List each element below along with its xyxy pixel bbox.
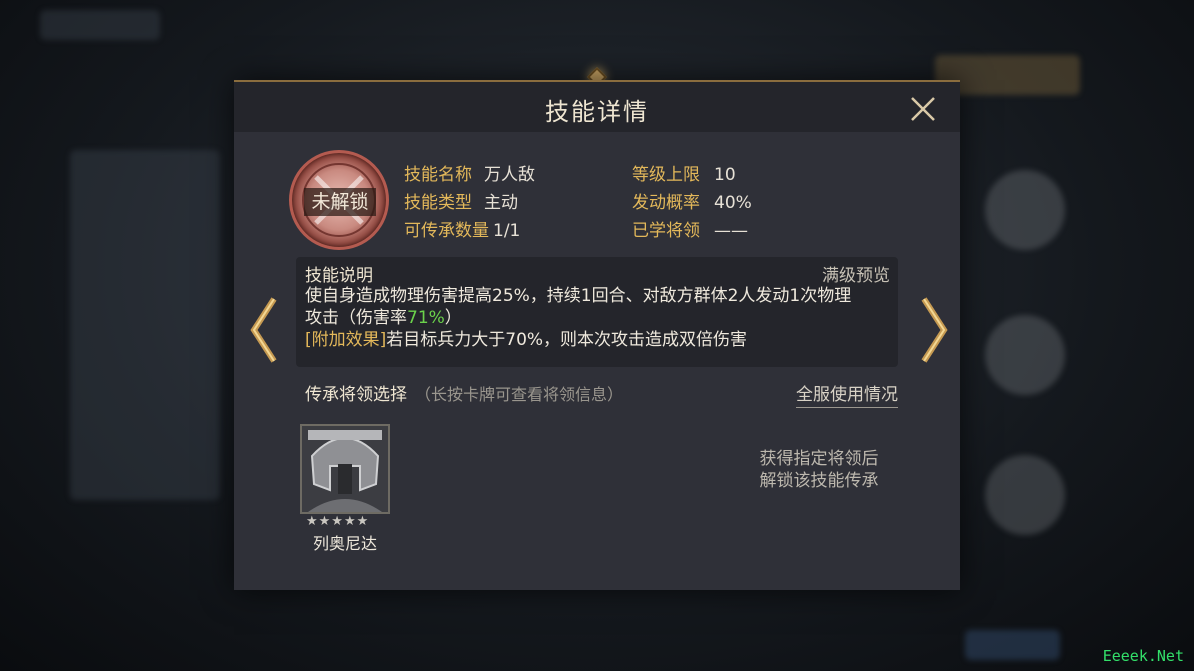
skill-badge: 未解锁 — [289, 150, 389, 250]
inherit-count-row: 可传承数量 1/1 — [404, 216, 520, 241]
unlock-note: 获得指定将领后 解锁该技能传承 — [739, 448, 899, 492]
description-line-3: [附加效果]若目标兵力大于70%，则本次攻击造成双倍伤害 — [305, 329, 895, 351]
level-cap-value: 10 — [714, 165, 736, 185]
trigger-chance-row: 发动概率 40% — [632, 188, 752, 213]
learned-generals-row: 已学将领 —— — [632, 216, 748, 241]
locked-label: 未解锁 — [304, 188, 376, 216]
bg-avatar-3 — [985, 455, 1065, 535]
heir-selection-label: 传承将领选择 — [305, 385, 407, 405]
damage-rate-value: 71% — [407, 308, 445, 328]
max-level-preview-button[interactable]: 满级预览 — [822, 261, 890, 286]
heir-selection-hint: （长按卡牌可查看将领信息） — [415, 385, 624, 404]
unlock-note-line-2: 解锁该技能传承 — [759, 471, 879, 491]
spartan-helmet-icon — [302, 426, 388, 512]
bg-bottom-button — [965, 630, 1060, 660]
bg-side-panel — [70, 150, 220, 500]
trigger-chance-value: 40% — [714, 193, 752, 213]
general-card[interactable] — [300, 424, 390, 514]
skill-description-box: 技能说明 满级预览 使自身造成物理伤害提高25%，持续1回合、对敌方群体2人发动… — [296, 257, 898, 367]
description-line-2-end: ） — [444, 308, 462, 328]
inherit-count-key: 可传承数量 — [404, 221, 489, 241]
skill-name-key: 技能名称 — [404, 165, 472, 185]
skill-type-value: 主动 — [484, 193, 518, 213]
skill-name-row: 技能名称 万人敌 — [404, 160, 535, 185]
skill-type-row: 技能类型 主动 — [404, 188, 518, 213]
heir-selection-title: 传承将领选择 （长按卡牌可查看将领信息） — [305, 380, 623, 405]
bg-avatar-1 — [985, 170, 1065, 250]
close-icon[interactable] — [908, 94, 938, 124]
skill-name-value: 万人敌 — [484, 165, 535, 185]
description-line-2-text: 攻击（伤害率 — [305, 308, 407, 328]
next-arrow-icon[interactable] — [920, 295, 948, 365]
level-cap-row: 等级上限 10 — [632, 160, 736, 185]
description-text: 使自身造成物理伤害提高25%，持续1回合、对敌方群体2人发动1次物理 攻击（伤害… — [305, 285, 895, 351]
previous-arrow-icon[interactable] — [250, 295, 278, 365]
trigger-chance-key: 发动概率 — [632, 193, 700, 213]
level-cap-key: 等级上限 — [632, 165, 700, 185]
dialog-title: 技能详情 — [545, 98, 649, 126]
watermark: Eeeek.Net — [1102, 647, 1184, 665]
description-line-1: 使自身造成物理伤害提高25%，持续1回合、对敌方群体2人发动1次物理 — [305, 286, 852, 306]
unlock-note-line-1: 获得指定将领后 — [759, 449, 879, 469]
server-usage-button[interactable]: 全服使用情况 — [796, 380, 898, 408]
description-line-2: 攻击（伤害率71%） — [305, 307, 895, 329]
extra-effect-text: 若目标兵力大于70%，则本次攻击造成双倍伤害 — [386, 330, 748, 350]
learned-generals-value: —— — [714, 221, 748, 241]
extra-effect-tag: [附加效果] — [305, 330, 387, 350]
bg-top-button — [40, 10, 160, 40]
skill-detail-dialog: 技能详情 未解锁 技能名称 万人敌 技能类型 主动 可传承数量 1/1 等级上限 10 … — [234, 80, 960, 590]
inherit-count-value: 1/1 — [493, 221, 521, 241]
general-star-rating: ★★★★★ — [306, 514, 370, 529]
title-bar: 技能详情 — [234, 82, 960, 132]
bg-avatar-2 — [985, 315, 1065, 395]
general-name: 列奥尼达 — [312, 534, 377, 553]
skill-type-key: 技能类型 — [404, 193, 472, 213]
description-heading: 技能说明 — [305, 266, 373, 286]
learned-generals-key: 已学将领 — [632, 221, 700, 241]
